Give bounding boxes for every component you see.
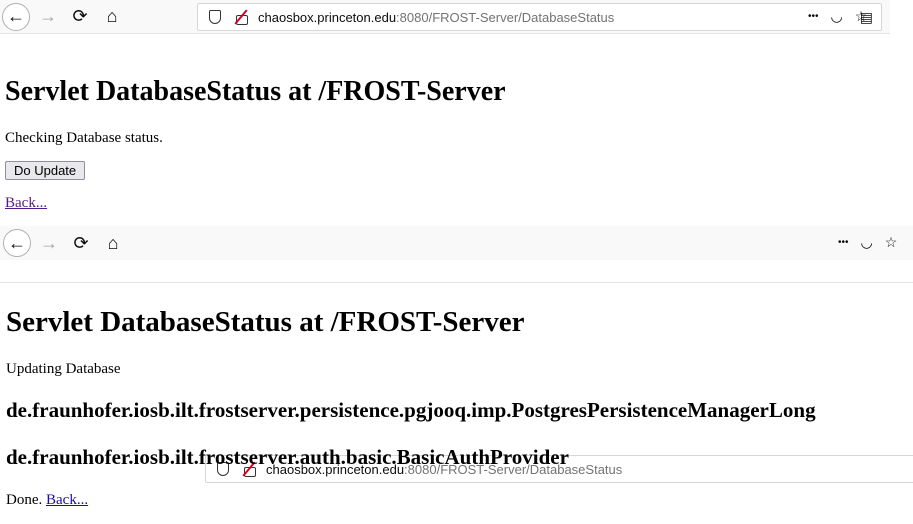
back-button-2[interactable]: ← <box>3 229 31 257</box>
url-text[interactable]: chaosbox.princeton.edu:8080/FROST-Server… <box>258 10 614 25</box>
back-arrow-icon: ← <box>7 6 25 26</box>
do-update-button[interactable]: Do Update <box>5 161 86 180</box>
home-icon: ⌂ <box>106 6 118 26</box>
forward-button[interactable]: → <box>34 3 62 31</box>
status-text: Checking Database status. <box>5 130 163 146</box>
class-name-2: de.fraunhofer.iosb.ilt.frostserver.auth.… <box>6 445 569 469</box>
more-actions-icon[interactable]: ••• <box>808 8 819 26</box>
forward-arrow-icon: → <box>39 6 57 26</box>
home-icon: ⌂ <box>107 232 119 253</box>
page-content-2: Servlet DatabaseStatus at /FROST-Server … <box>6 286 816 509</box>
url-path: :8080/FROST-Server/DatabaseStatus <box>396 9 615 25</box>
url-bar[interactable]: chaosbox.princeton.edu:8080/FROST-Server… <box>197 3 882 31</box>
bookmark-star-icon[interactable]: ☆ <box>855 8 868 26</box>
status-text-2: Updating Database <box>6 361 121 377</box>
page-title: Servlet DatabaseStatus at /FROST-Server <box>5 76 506 107</box>
done-text: Done. <box>6 492 43 508</box>
reload-button-2[interactable]: ⟳ <box>67 229 95 257</box>
page-content-1: Servlet DatabaseStatus at /FROST-Server … <box>5 54 506 212</box>
more-actions-icon[interactable]: ••• <box>838 234 849 252</box>
toolbar-divider <box>0 282 913 283</box>
pocket-icon[interactable]: ◡ <box>831 8 843 26</box>
forward-arrow-icon: → <box>40 232 58 253</box>
tracking-shield-icon[interactable] <box>206 8 224 26</box>
back-button[interactable]: ← <box>2 2 30 31</box>
forward-button-2[interactable]: → <box>35 229 63 257</box>
browser-toolbar: ← → ⟳ ⌂ chaosbox.princeton.edu:8080/FROS… <box>0 0 890 34</box>
insecure-lock-icon[interactable] <box>232 8 250 26</box>
reload-icon: ⟳ <box>73 232 89 253</box>
url-host: chaosbox.princeton.edu <box>258 9 397 25</box>
browser-toolbar-2: ← → ⟳ ⌂ chaosbox.princeton.edu:8080/FROS… <box>0 226 913 483</box>
reload-button[interactable]: ⟳ <box>66 3 94 31</box>
bookmark-star-icon[interactable]: ☆ <box>885 234 898 252</box>
reload-icon: ⟳ <box>72 6 88 26</box>
pocket-icon[interactable]: ◡ <box>861 234 873 252</box>
page-title-2: Servlet DatabaseStatus at /FROST-Server <box>6 306 525 338</box>
back-arrow-icon: ← <box>8 232 26 253</box>
back-link[interactable]: Back... <box>5 195 47 211</box>
back-link-2[interactable]: Back... <box>46 492 88 508</box>
home-button-2[interactable]: ⌂ <box>99 229 127 257</box>
class-name-1: de.fraunhofer.iosb.ilt.frostserver.persi… <box>6 398 816 422</box>
home-button[interactable]: ⌂ <box>98 3 126 31</box>
